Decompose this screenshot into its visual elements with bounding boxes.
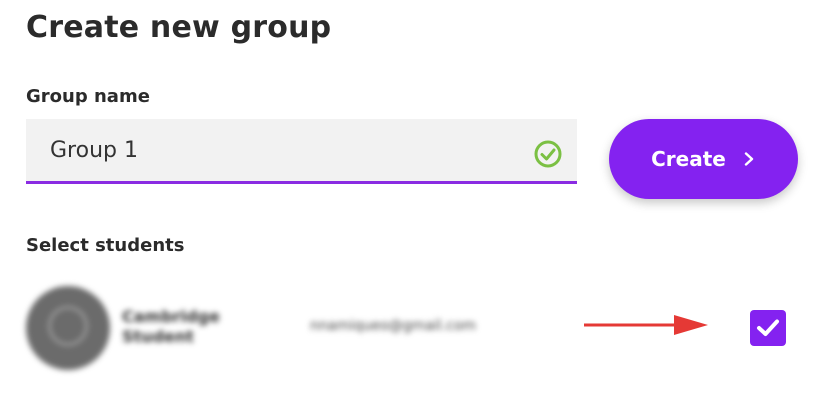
avatar xyxy=(26,286,110,370)
create-button-label: Create xyxy=(651,147,726,171)
create-group-page: Create new group Group name Create Selec… xyxy=(0,0,827,405)
create-button[interactable]: Create xyxy=(609,119,798,199)
check-circle-icon xyxy=(534,140,562,168)
checkmark-icon xyxy=(757,319,779,336)
student-select-checkbox[interactable] xyxy=(750,310,786,346)
red-arrow-icon xyxy=(584,315,708,335)
select-students-label: Select students xyxy=(26,235,185,256)
avatar-placeholder-icon xyxy=(48,306,88,346)
page-title: Create new group xyxy=(26,10,332,45)
student-name: Cambridge Student xyxy=(122,307,220,346)
chevron-right-icon xyxy=(744,152,754,166)
student-row: Cambridge Student nnamiqueo@gmail.com xyxy=(0,275,827,385)
student-email: nnamiqueo@gmail.com xyxy=(310,318,477,334)
group-name-field[interactable] xyxy=(26,119,577,184)
group-name-label: Group name xyxy=(26,86,150,107)
group-name-input[interactable] xyxy=(26,119,516,181)
